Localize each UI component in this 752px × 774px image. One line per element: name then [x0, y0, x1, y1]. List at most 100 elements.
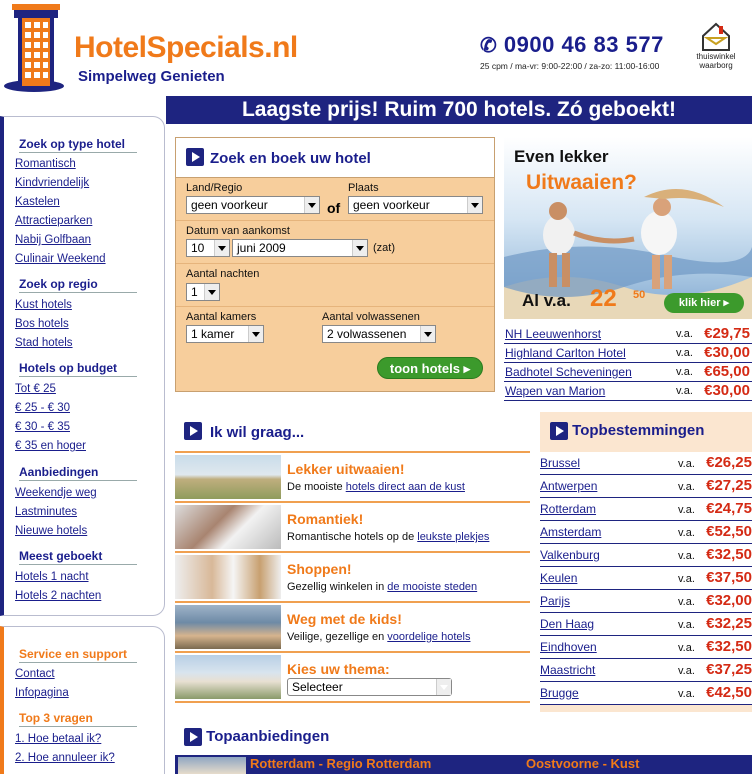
destination-link[interactable]: Valkenburg: [540, 548, 600, 562]
sidebar-item-faq-betalen[interactable]: 1. Hoe betaal ik?: [15, 732, 101, 746]
destination-price: €32,50: [706, 546, 752, 563]
promo-hotel-row: NH Leeuwenhorst v.a. €29,75: [504, 325, 752, 344]
destination-row: Den Haag v.a. €32,25: [540, 613, 752, 636]
destination-link[interactable]: Maastricht: [540, 663, 595, 677]
destination-price: €42,50: [706, 684, 752, 701]
sidebar-item-weekendje[interactable]: Weekendje weg: [15, 486, 97, 500]
destination-row: Brugge v.a. €42,50: [540, 682, 752, 705]
hotel-building-photo[interactable]: [175, 655, 281, 699]
destination-row: Valkenburg v.a. €32,50: [540, 544, 752, 567]
divider: [175, 501, 530, 503]
promo-hotel-link[interactable]: Highland Carlton Hotel: [505, 346, 626, 360]
sidebar-item-faq-annuleren[interactable]: 2. Hoe annuleer ik?: [15, 751, 115, 765]
va-label: v.a.: [678, 527, 695, 539]
site-logo[interactable]: HotelSpecials.nl: [74, 32, 298, 64]
month-select-value: juni 2009: [237, 241, 286, 255]
sidebar-item-kindvriendelijk[interactable]: Kindvriendelijk: [15, 176, 89, 190]
destination-link[interactable]: Eindhoven: [540, 640, 597, 654]
sidebar-item-contact[interactable]: Contact: [15, 667, 55, 681]
land-select[interactable]: geen voorkeur: [186, 196, 320, 214]
phone-icon: ✆: [480, 35, 498, 57]
destination-link[interactable]: Antwerpen: [540, 479, 597, 493]
topaanbiedingen-title: Topaanbiedingen: [206, 728, 330, 745]
theme-link-shoppen[interactable]: de mooiste steden: [387, 581, 477, 593]
sidebar-item-2-nachten[interactable]: Hotels 2 nachten: [15, 589, 101, 603]
nachten-select[interactable]: 1: [186, 283, 220, 301]
sidebar-item-kust[interactable]: Kust hotels: [15, 298, 72, 312]
theme-heading[interactable]: Weg met de kids!: [287, 611, 402, 627]
destination-link[interactable]: Keulen: [540, 571, 577, 585]
hotel-price: €65,00: [704, 363, 750, 380]
destination-price: €37,25: [706, 661, 752, 678]
search-form: Zoek en boek uw hotel: [175, 137, 495, 392]
sidebar-item-attractieparken[interactable]: Attractieparken: [15, 214, 92, 228]
promo-hotel-link[interactable]: Badhotel Scheveningen: [505, 365, 632, 379]
day-select[interactable]: 10: [186, 239, 230, 257]
rotterdam-hotel-photo[interactable]: [178, 757, 246, 774]
search-form-title: Zoek en boek uw hotel: [210, 150, 371, 167]
month-select[interactable]: juni 2009: [232, 239, 368, 257]
sidebar-heading-regio: Zoek op regio: [19, 277, 137, 293]
topaanbieding-link-rotterdam[interactable]: Rotterdam - Regio Rotterdam: [250, 756, 431, 771]
theme-heading[interactable]: Lekker uitwaaien!: [287, 461, 405, 477]
va-label: v.a.: [678, 596, 695, 608]
show-hotels-button[interactable]: toon hotels ▸: [377, 357, 483, 379]
sidebar-item-nieuwe[interactable]: Nieuwe hotels: [15, 524, 87, 538]
theme-link-romantiek[interactable]: leukste plekjes: [417, 531, 489, 543]
sidebar-item-budget-25[interactable]: Tot € 25: [15, 382, 56, 396]
promo-hotel-link[interactable]: NH Leeuwenhorst: [505, 327, 601, 341]
sidebar-item-culinair[interactable]: Culinair Weekend: [15, 252, 106, 266]
promo-click-button[interactable]: klik hier ▸: [664, 293, 744, 313]
nachten-label: Aantal nachten: [186, 268, 260, 280]
sidebar-item-lastminutes[interactable]: Lastminutes: [15, 505, 77, 519]
kamers-select[interactable]: 1 kamer: [186, 325, 264, 343]
sidebar-item-budget-30-35[interactable]: € 30 - € 35: [15, 420, 70, 434]
sidebar-item-budget-25-30[interactable]: € 25 - € 30: [15, 401, 70, 415]
theme-text-pre: Veilige, gezellige en: [287, 631, 388, 643]
destination-link[interactable]: Den Haag: [540, 617, 594, 631]
destination-price: €26,25: [706, 454, 752, 471]
theme-heading[interactable]: Shoppen!: [287, 561, 352, 577]
thuiswinkel-badge[interactable]: thuiswinkel waarborg: [692, 22, 740, 78]
sidebar-item-golfbaan[interactable]: Nabij Golfbaan: [15, 233, 91, 247]
promo-hotel-row: Wapen van Marion v.a. €30,00: [504, 382, 752, 401]
hotel-tower-logo-icon[interactable]: [4, 2, 74, 94]
destination-link[interactable]: Brugge: [540, 686, 579, 700]
sidebar-item-infopagina[interactable]: Infopagina: [15, 686, 69, 700]
plaats-label: Plaats: [348, 182, 379, 194]
destination-link[interactable]: Rotterdam: [540, 502, 596, 516]
sidebar-item-bos[interactable]: Bos hotels: [15, 317, 69, 331]
destination-link[interactable]: Brussel: [540, 456, 580, 470]
sidebar-item-kastelen[interactable]: Kastelen: [15, 195, 60, 209]
shopping-women-photo[interactable]: [175, 555, 281, 599]
destination-link[interactable]: Parijs: [540, 594, 570, 608]
sidebar-item-1-nacht[interactable]: Hotels 1 nacht: [15, 570, 89, 584]
theme-select[interactable]: Selecteer: [287, 678, 452, 696]
theme-heading: Kies uw thema:: [287, 661, 390, 677]
divider: [176, 306, 494, 307]
romantic-couple-photo[interactable]: [175, 505, 281, 549]
promo-hotel-row: Highland Carlton Hotel v.a. €30,00: [504, 344, 752, 363]
sidebar-item-stad[interactable]: Stad hotels: [15, 336, 73, 350]
theme-text-pre: De mooiste: [287, 481, 346, 493]
kids-photo[interactable]: [175, 605, 281, 649]
theme-heading[interactable]: Romantiek!: [287, 511, 363, 527]
destination-link[interactable]: Amsterdam: [540, 525, 601, 539]
chevron-down-icon: [356, 246, 364, 251]
promo-banner[interactable]: Even lekker Uitwaaien? Al v.a. 22 50 kli…: [504, 137, 752, 319]
theme-link-kust[interactable]: hotels direct aan de kust: [346, 481, 465, 493]
hotel-price: €30,00: [704, 382, 750, 399]
sidebar-item-romantisch[interactable]: Romantisch: [15, 157, 76, 171]
chevron-down-icon: [252, 332, 260, 337]
wil-graag-heading: Ik wil graag...: [184, 422, 304, 441]
sidebar-item-budget-35[interactable]: € 35 en hoger: [15, 439, 86, 453]
beach-dunes-photo[interactable]: [175, 455, 281, 499]
theme-link-kids[interactable]: voordelige hotels: [387, 631, 470, 643]
destination-price: €27,25: [706, 477, 752, 494]
volwassenen-select[interactable]: 2 volwassenen: [322, 325, 436, 343]
topaanbieding-link-oostvoorne[interactable]: Oostvoorne - Kust: [526, 756, 639, 771]
plaats-select[interactable]: geen voorkeur: [348, 196, 483, 214]
promo-hotel-link[interactable]: Wapen van Marion: [505, 384, 605, 398]
va-label: v.a.: [676, 385, 693, 397]
chevron-right-icon: ▸: [723, 297, 730, 309]
